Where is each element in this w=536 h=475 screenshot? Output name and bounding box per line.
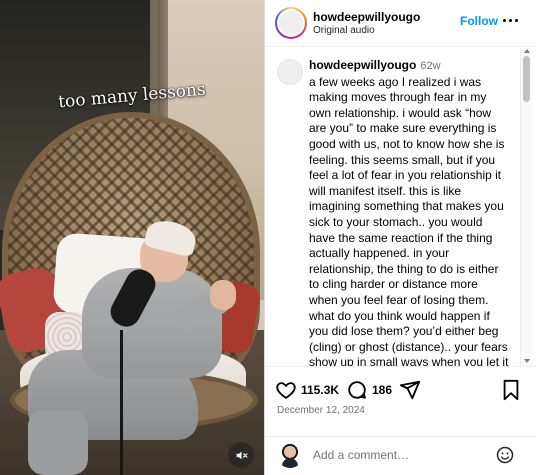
like-count[interactable]: 115.3K (301, 383, 339, 397)
more-icon[interactable] (503, 12, 521, 28)
person-shin (28, 410, 88, 475)
comment-list[interactable]: howdeepwillyougo 62w a few weeks ago I re… (265, 48, 536, 366)
comment-count[interactable]: 186 (372, 383, 392, 397)
caption-comment: howdeepwillyougo 62w a few weeks ago I re… (309, 58, 509, 366)
scroll-thumb[interactable] (523, 56, 530, 102)
comment-avatar[interactable] (277, 59, 303, 85)
comment-icon[interactable] (346, 379, 368, 401)
post-header: howdeepwillyougo Original audio Follow (265, 0, 536, 47)
comment-username[interactable]: howdeepwillyougo (309, 58, 416, 72)
mic-cable (120, 330, 123, 475)
add-comment-bar (265, 436, 536, 475)
speaker-muted-icon (236, 451, 248, 459)
audio-label[interactable]: Original audio (313, 25, 375, 36)
person-hand (210, 280, 236, 310)
comment-time: 62w (420, 60, 441, 72)
share-action[interactable] (399, 379, 421, 401)
post-media[interactable]: too many lessons (0, 0, 264, 475)
author-avatar[interactable] (275, 7, 307, 39)
scroll-up-arrow[interactable] (524, 49, 530, 53)
comment-action[interactable]: 186 (346, 379, 392, 401)
emoji-icon[interactable] (495, 445, 515, 465)
post-details-panel: howdeepwillyougo Original audio Follow h… (264, 0, 536, 475)
post-date[interactable]: December 12, 2024 (277, 405, 365, 416)
action-bar: 115.3K 186 December 12, 2024 (265, 366, 536, 436)
comment-scrollbar[interactable] (520, 48, 532, 366)
share-icon[interactable] (399, 379, 421, 401)
scroll-down-arrow[interactable] (524, 359, 530, 363)
comment-text: a few weeks ago I realized i was making … (309, 74, 509, 366)
comment-input[interactable] (313, 446, 483, 464)
like-action[interactable]: 115.3K (275, 379, 339, 401)
heart-icon[interactable] (275, 379, 297, 401)
current-user-avatar[interactable] (277, 442, 303, 468)
save-action[interactable] (501, 379, 521, 401)
author-username[interactable]: howdeepwillyougo (313, 10, 420, 24)
mute-button[interactable] (228, 442, 254, 468)
bookmark-icon[interactable] (501, 379, 521, 401)
follow-button[interactable]: Follow (460, 14, 498, 28)
